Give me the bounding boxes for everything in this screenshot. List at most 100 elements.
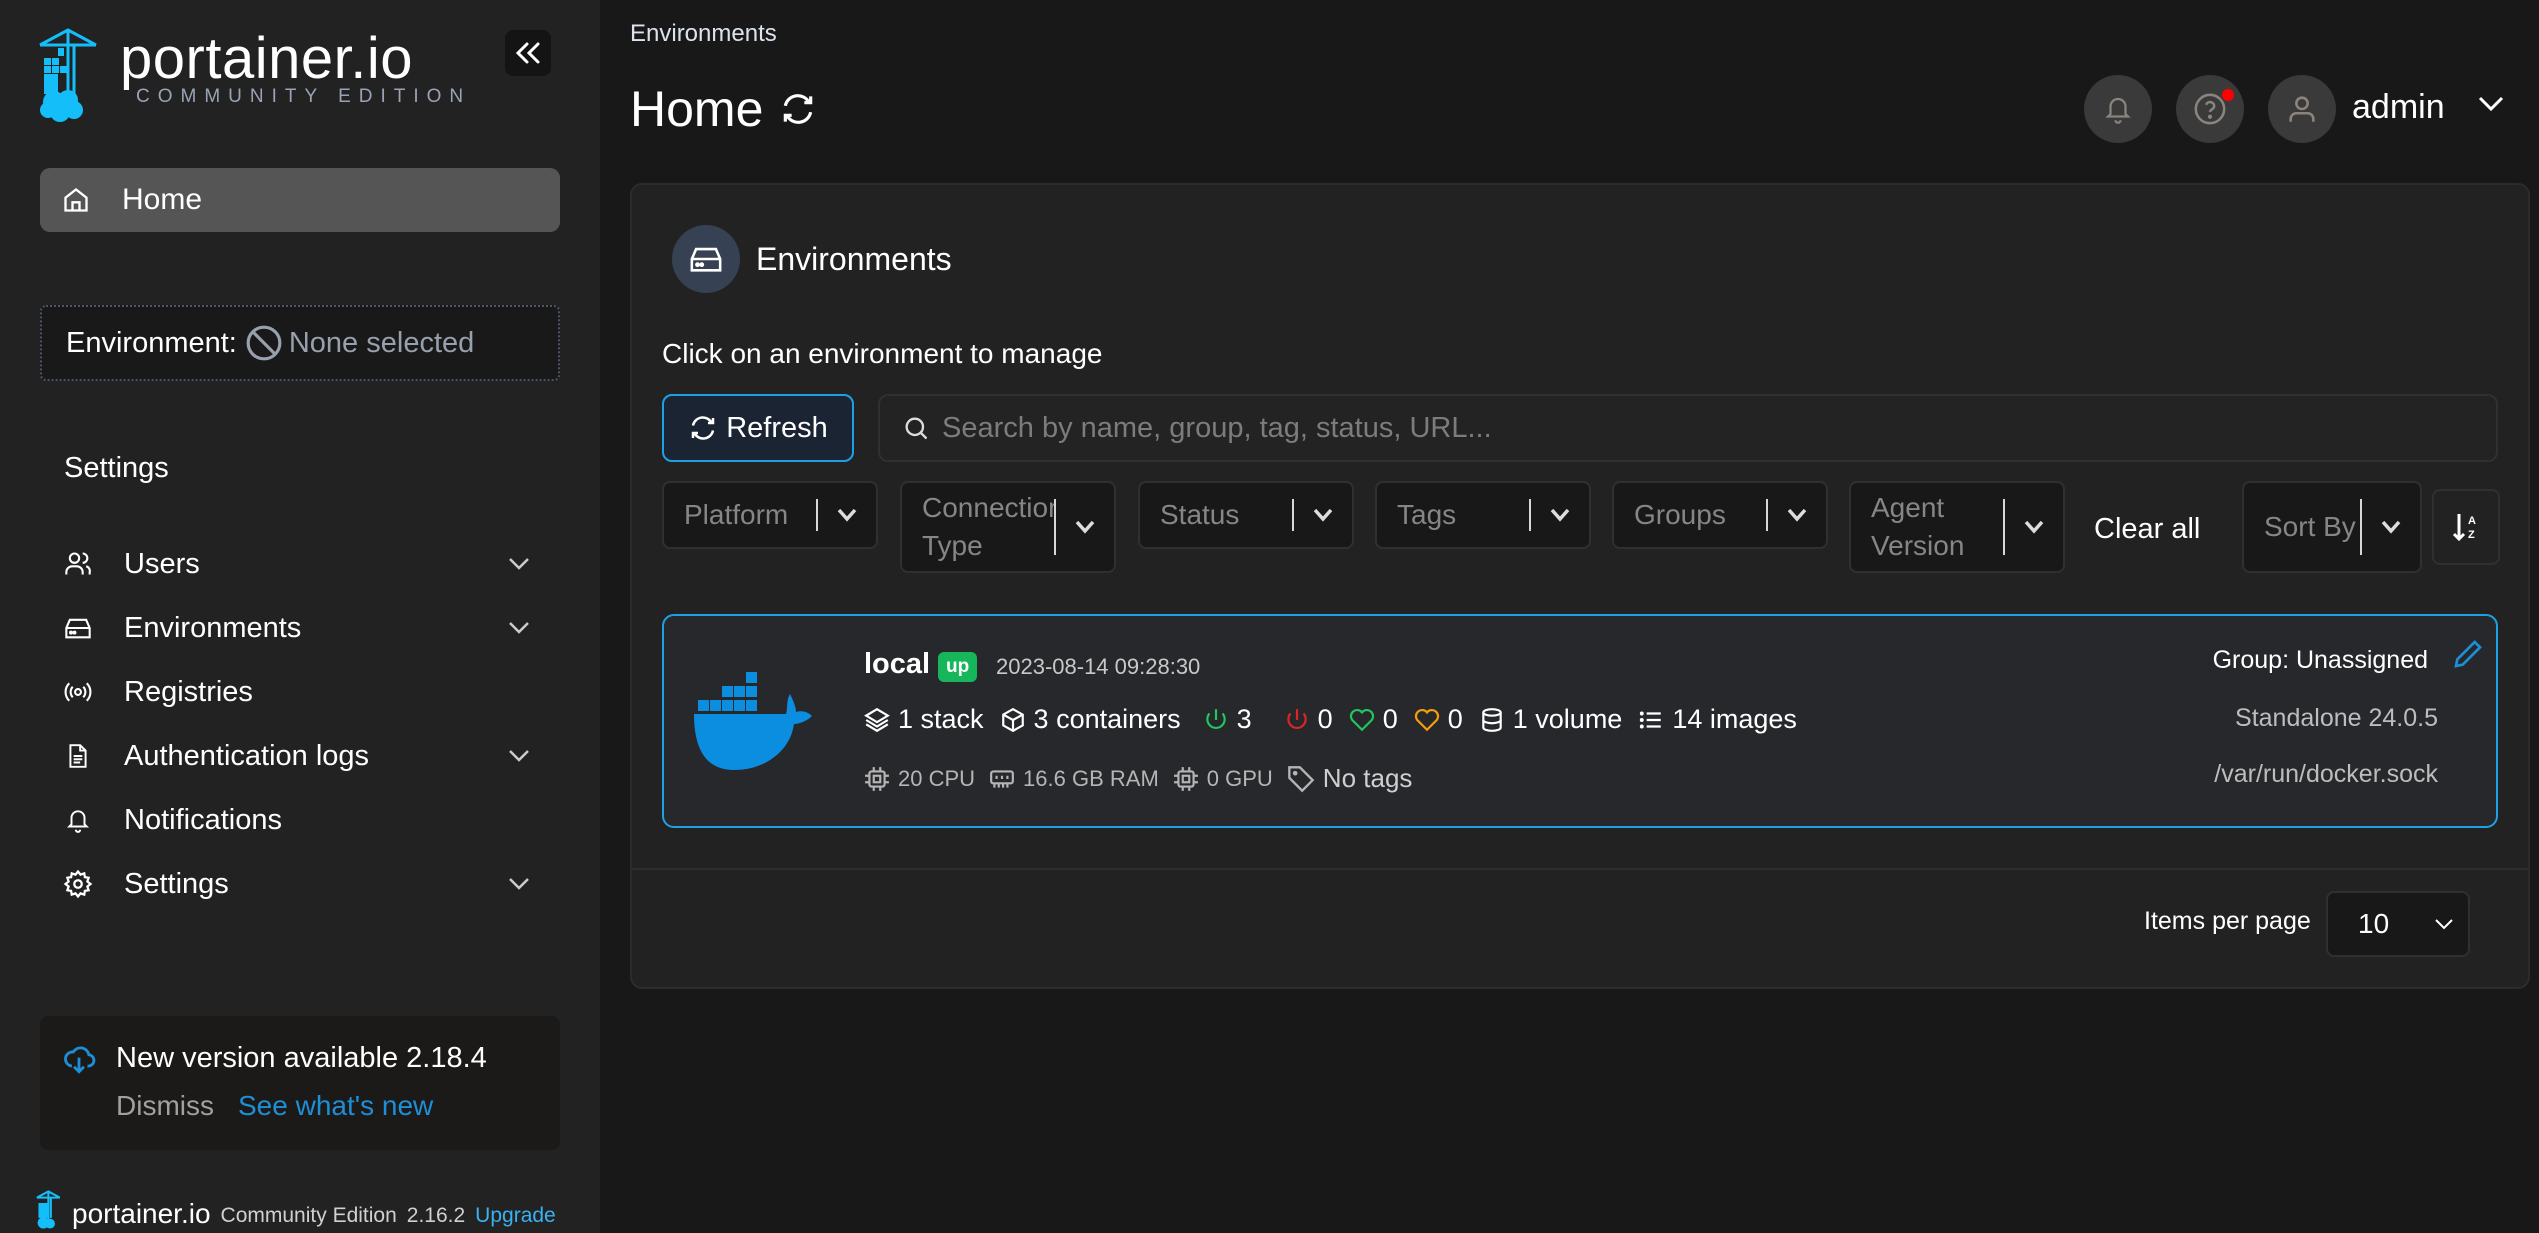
collapse-sidebar-button[interactable] (505, 30, 551, 76)
tags-value: No tags (1322, 763, 1413, 793)
gpu-value: 0 GPU (1206, 765, 1273, 791)
users-icon (58, 550, 98, 578)
cloud-download-icon (62, 1042, 96, 1076)
sidebar-item-settings[interactable]: Settings (58, 852, 538, 916)
power-icon (1286, 708, 1307, 729)
containers-stat: 3 containers (1000, 704, 1181, 735)
chevron-down-icon[interactable] (508, 749, 538, 763)
logo-name: portainer.io (120, 26, 413, 91)
environment-resources: 20 CPU 16.6 GB RAM 0 GPU No tags (864, 763, 1426, 794)
unhealthy-stat: 0 (1414, 704, 1463, 735)
edit-icon[interactable] (2452, 638, 2484, 670)
filter-groups[interactable]: Groups (1612, 481, 1828, 549)
sort-by-label: Sort By (2264, 511, 2356, 542)
user-avatar[interactable] (2268, 75, 2336, 143)
footer-brand: portainer.io (72, 1198, 211, 1229)
filter-connection-type[interactable]: Connection Type (900, 481, 1116, 573)
cpu-value: 20 CPU (898, 765, 976, 791)
environment-label: Environment: (66, 326, 237, 359)
sidebar-menu: Users Environments Registries Authentica… (58, 532, 538, 916)
stacks-stat: 1 stack (864, 704, 984, 735)
filter-label: Status (1160, 499, 1240, 530)
environment-stats: 1 stack 3 containers 3 0 0 0 1 volume 14… (864, 704, 1813, 735)
page-title: Home (630, 80, 817, 138)
filter-platform[interactable]: Platform (662, 481, 878, 549)
help-button[interactable] (2176, 75, 2244, 143)
sidebar-item-registries[interactable]: Registries (58, 660, 538, 724)
portainer-crane-icon (36, 1190, 61, 1229)
chevron-down-icon (2362, 520, 2420, 534)
sidebar-item-notifications[interactable]: Notifications (58, 788, 538, 852)
sidebar-item-home[interactable]: Home (40, 168, 560, 232)
images-count: 14 images (1672, 704, 1797, 734)
volumes-stat: 1 volume (1479, 704, 1622, 735)
search-box (878, 394, 2498, 462)
filter-status[interactable]: Status (1138, 481, 1354, 549)
logo-edition: COMMUNITY EDITION (136, 86, 472, 107)
hard-drive-icon (672, 225, 740, 293)
upgrade-link[interactable]: Upgrade (475, 1204, 556, 1228)
items-per-page-value: 10 (2358, 908, 2390, 939)
sidebar-item-users[interactable]: Users (58, 532, 538, 596)
sidebar-footer: portainer.io Community Edition 2.16.2 Up… (36, 1190, 556, 1230)
panel-hint: Click on an environment to manage (662, 338, 1103, 369)
chevron-down-icon (1768, 508, 1826, 522)
tag-icon (1287, 765, 1315, 792)
chevron-down-icon[interactable] (2478, 96, 2504, 112)
refresh-label: Refresh (726, 411, 828, 444)
sidebar: portainer.io COMMUNITY EDITION Home Envi… (0, 0, 600, 1233)
refresh-icon (691, 416, 715, 440)
sidebar-item-environments[interactable]: Environments (58, 596, 538, 660)
user-menu-name[interactable]: admin (2352, 88, 2445, 127)
refresh-icon[interactable] (779, 90, 817, 128)
items-per-page-label: Items per page (2144, 907, 2311, 935)
filter-label: Platform (684, 499, 789, 530)
environment-url: /var/run/docker.sock (2214, 760, 2438, 788)
file-text-icon (58, 741, 98, 771)
chevron-down-icon (818, 508, 876, 522)
environment-type: Standalone 24.0.5 (2235, 704, 2438, 732)
gpu-stat: 0 GPU (1173, 766, 1273, 792)
portainer-crane-icon (39, 28, 97, 122)
heart-icon (1349, 708, 1374, 731)
sidebar-item-label: Notifications (124, 803, 282, 836)
update-title: New version available 2.18.4 (116, 1042, 487, 1074)
chevron-down-icon[interactable] (508, 877, 538, 891)
bell-icon (2105, 97, 2131, 124)
stopped-stat: 0 (1284, 704, 1333, 735)
chevron-down-icon[interactable] (508, 621, 538, 635)
environment-card[interactable]: local up 2023-08-14 09:28:30 1 stack 3 c… (662, 614, 2498, 828)
stopped-count: 0 (1317, 704, 1333, 734)
docker-logo-icon (694, 672, 812, 770)
search-input[interactable] (942, 411, 2442, 445)
svg-text:Z: Z (2468, 529, 2475, 541)
sidebar-item-label: Settings (124, 867, 229, 900)
sort-direction-button[interactable]: AZ (2432, 489, 2500, 565)
items-per-page-select[interactable]: 10 (2326, 891, 2470, 957)
sidebar-item-authentication-logs[interactable]: Authentication logs (58, 724, 538, 788)
filter-tags[interactable]: Tags (1375, 481, 1591, 549)
tags-stat: No tags (1287, 763, 1413, 794)
filter-agent-version[interactable]: Agent Version (1849, 481, 2065, 573)
refresh-button[interactable]: Refresh (662, 394, 854, 462)
filter-label: Agent Version (1871, 492, 1965, 561)
portainer-logo[interactable]: portainer.io COMMUNITY EDITION (38, 28, 471, 122)
ban-icon (245, 324, 283, 362)
sort-by-select[interactable]: Sort By (2242, 481, 2422, 573)
images-stat: 14 images (1638, 704, 1797, 735)
clear-all-button[interactable]: Clear all (2094, 513, 2200, 546)
see-whats-new-link[interactable]: See what's new (238, 1090, 433, 1122)
status-badge: up (938, 652, 978, 682)
environment-group: Group: Unassigned (2212, 646, 2428, 674)
cpu-icon (1173, 766, 1198, 791)
chevron-down-icon[interactable] (508, 557, 538, 571)
breadcrumb[interactable]: Environments (630, 20, 777, 48)
notifications-button[interactable] (2084, 75, 2152, 143)
ram-stat: 16.6 GB RAM (989, 766, 1159, 792)
containers-count: 3 containers (1033, 704, 1181, 734)
environment-selector[interactable]: Environment: None selected (40, 305, 560, 381)
stacks-count: 1 stack (898, 704, 984, 734)
dismiss-button[interactable]: Dismiss (116, 1090, 214, 1122)
divider (632, 868, 2528, 870)
sidebar-item-label: Environments (124, 611, 302, 644)
